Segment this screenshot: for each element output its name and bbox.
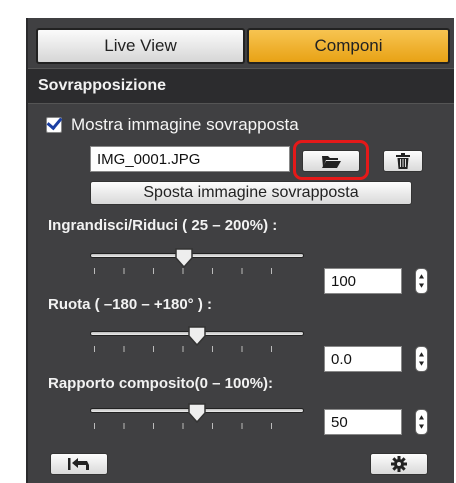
tab-live-view[interactable]: Live View bbox=[36, 28, 245, 64]
ratio-stepper[interactable] bbox=[415, 409, 428, 435]
show-overlay-row[interactable]: Mostra immagine sovrapposta bbox=[46, 115, 299, 135]
ratio-slider-thumb[interactable] bbox=[188, 403, 206, 423]
zoom-slider-thumb[interactable] bbox=[175, 248, 193, 268]
section-header: Sovrapposizione bbox=[28, 68, 454, 104]
zoom-value-input[interactable]: 100 bbox=[324, 268, 402, 294]
compose-panel: Live View Componi Sovrapposizione Mostra… bbox=[26, 18, 454, 483]
rotate-slider[interactable] bbox=[90, 326, 304, 356]
open-folder-highlight bbox=[293, 140, 369, 180]
gear-icon bbox=[391, 456, 407, 472]
trash-icon bbox=[396, 153, 410, 169]
settings-button[interactable] bbox=[370, 453, 428, 475]
zoom-slider-ticks bbox=[94, 268, 300, 274]
rotate-stepper[interactable] bbox=[415, 346, 428, 372]
show-overlay-label: Mostra immagine sovrapposta bbox=[71, 115, 299, 134]
move-overlay-button[interactable]: Sposta immagine sovrapposta bbox=[90, 181, 412, 205]
ratio-slider[interactable] bbox=[90, 403, 304, 433]
delete-overlay-button[interactable] bbox=[383, 150, 423, 172]
zoom-stepper[interactable] bbox=[415, 268, 428, 294]
zoom-slider-track bbox=[90, 253, 304, 258]
zoom-label: Ingrandisci/Riduci ( 25 – 200%) : bbox=[48, 217, 278, 234]
rotate-slider-thumb[interactable] bbox=[188, 326, 206, 346]
overlay-filename-field: IMG_0001.JPG bbox=[90, 146, 290, 172]
ratio-value-input[interactable]: 50 bbox=[324, 409, 402, 435]
zoom-slider[interactable] bbox=[90, 248, 304, 278]
reset-button[interactable] bbox=[50, 453, 108, 475]
section-title: Sovrapposizione bbox=[38, 77, 167, 94]
ratio-label: Rapporto composito(0 – 100%): bbox=[48, 375, 274, 392]
show-overlay-checkbox[interactable] bbox=[46, 117, 62, 133]
tab-componi[interactable]: Componi bbox=[247, 28, 450, 64]
reset-arrow-icon bbox=[68, 458, 89, 470]
ratio-slider-ticks bbox=[94, 423, 300, 429]
rotate-slider-ticks bbox=[94, 346, 300, 352]
rotate-label: Ruota ( –180 – +180° ) : bbox=[48, 296, 212, 313]
rotate-value-input[interactable]: 0.0 bbox=[324, 346, 402, 372]
